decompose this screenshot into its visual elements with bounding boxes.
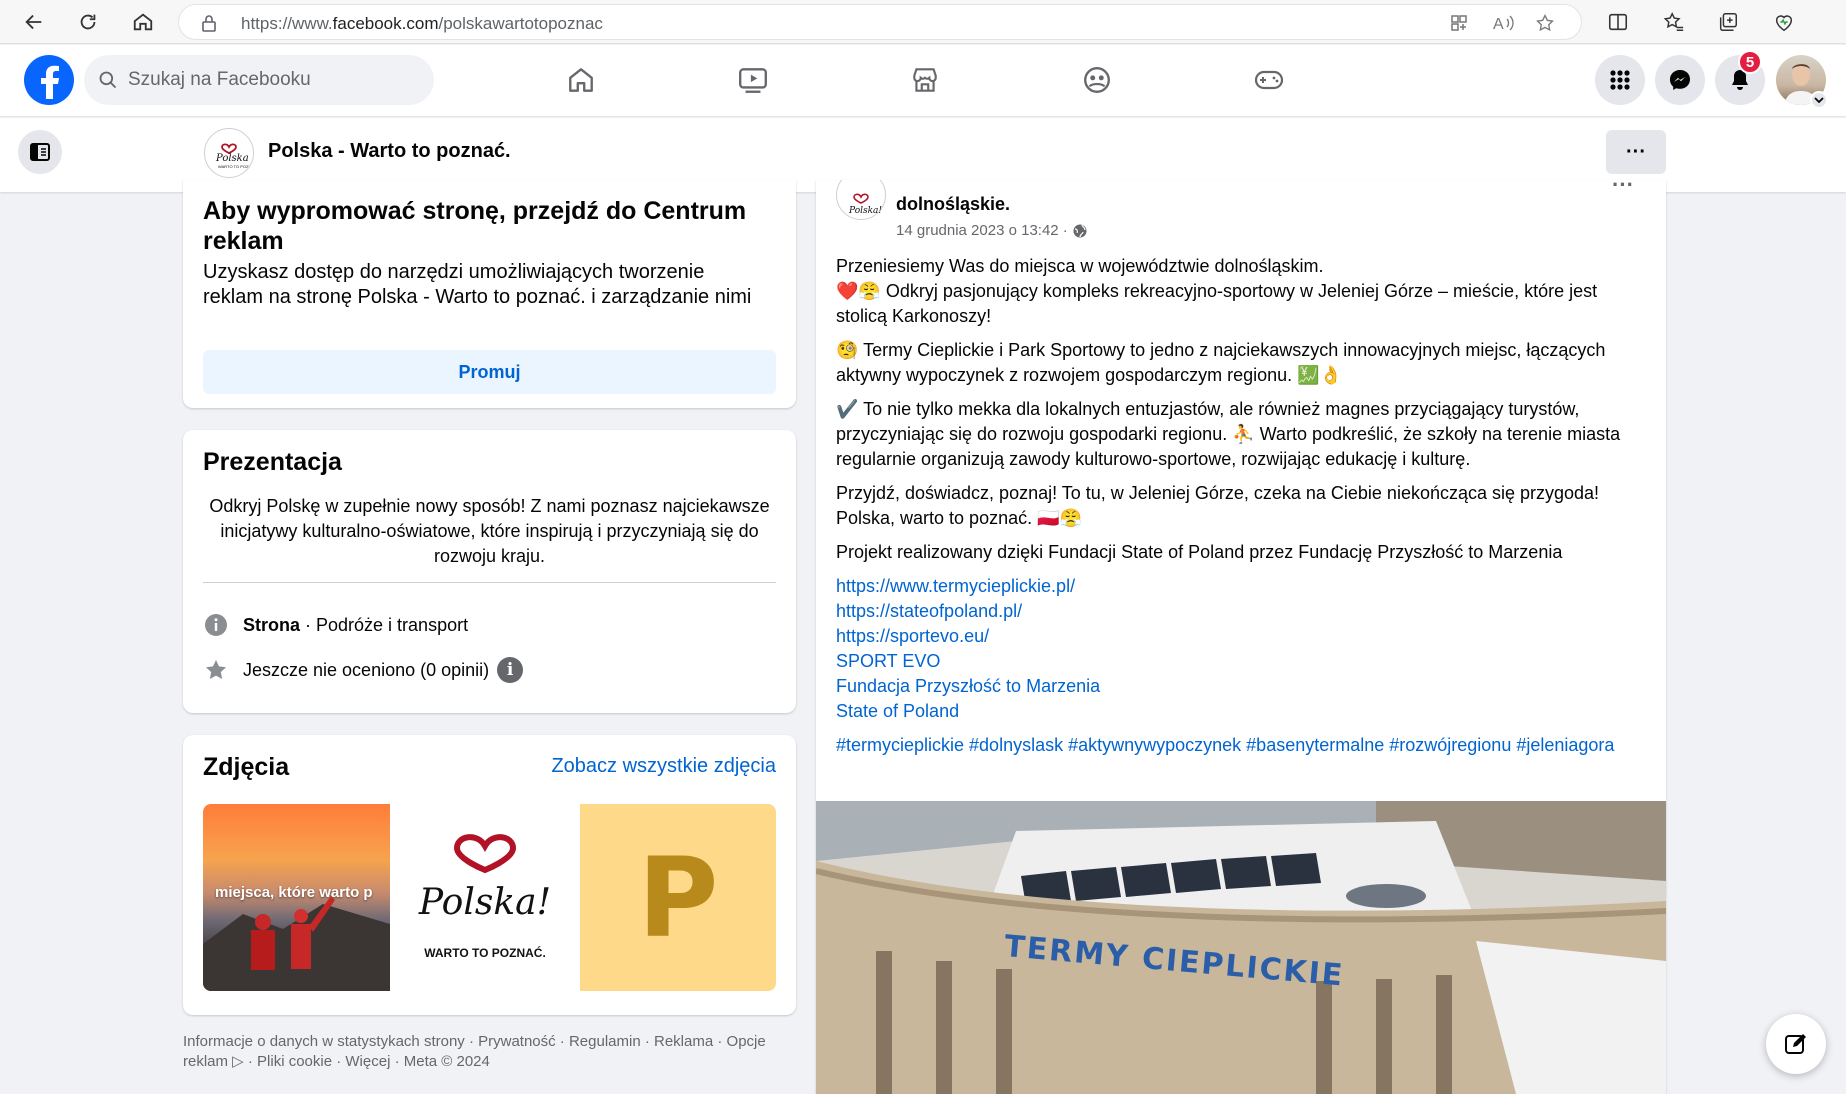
app-available-icon[interactable] (1445, 9, 1473, 37)
post-author-avatar[interactable]: Polska! (836, 180, 886, 220)
search-placeholder: Szukaj na Facebooku (128, 69, 311, 90)
post-link[interactable]: SPORT EVO (836, 649, 1646, 674)
post-options-icon[interactable]: ··· (1612, 180, 1634, 198)
photos-card: Zdjęcia Zobacz wszystkie zdjęcia miejsca… (183, 735, 796, 1015)
intro-title: Prezentacja (203, 448, 342, 476)
post-paragraph: Projekt realizowany dzięki Fundacji Stat… (836, 542, 1563, 562)
category-label: Strona (243, 614, 301, 635)
photo-thumbnail[interactable]: miejsca, które warto p (203, 804, 390, 991)
post-author[interactable]: dolnośląskie. (896, 194, 1010, 214)
post-paragraph: Przyjdź, doświadcz, poznaj! To tu, w Jel… (836, 483, 1600, 528)
info-circle-icon (203, 612, 229, 638)
globe-icon (1073, 224, 1087, 237)
gaming-tab-icon[interactable] (1251, 62, 1287, 98)
post-paragraph: ❤️😤 Odkryj pasjonujący kompleks rekreacy… (836, 281, 1598, 326)
facebook-top-bar: Szukaj na Facebooku 5 (0, 45, 1846, 117)
intro-text: Odkryj Polskę w zupełnie nowy sposób! Z … (209, 496, 770, 566)
compose-icon (1785, 1034, 1806, 1054)
post-timestamp[interactable]: 14 grudnia 2023 o 13:42 · (896, 222, 1088, 239)
facebook-logo-icon[interactable] (24, 55, 74, 105)
post-time: 14 grudnia 2023 o 13:42 · (896, 222, 1068, 239)
svg-text:WARTO TO POZNAĆ: WARTO TO POZNAĆ (218, 164, 249, 169)
read-aloud-icon[interactable]: A (1489, 9, 1517, 37)
polska-heart-logo-icon: Polska!WARTO TO POZNAĆ (215, 143, 249, 169)
home-tab-icon[interactable] (563, 62, 599, 98)
grid-icon (1610, 70, 1630, 90)
page-name[interactable]: Polska - Warto to poznać. (268, 140, 511, 163)
account-chevron-down-icon[interactable] (1810, 91, 1828, 109)
post-link[interactable]: https://stateofpoland.pl/ (836, 599, 1646, 624)
post-link[interactable]: Fundacja Przyszłość to Marzenia (836, 674, 1646, 699)
promote-button[interactable]: Promuj (203, 350, 776, 394)
post-paragraph: Przeniesiemy Was do miejsca w województw… (836, 256, 1324, 276)
promote-text: Uzyskasz dostęp do narzędzi umożliwiając… (203, 261, 752, 308)
post-body: Przeniesiemy Was do miejsca w województw… (836, 254, 1646, 767)
search-icon (98, 70, 118, 95)
split-screen-icon[interactable] (1604, 8, 1632, 36)
logo-tagline: WARTO TO POZNAĆ. (424, 946, 546, 960)
page-category-row: Strona · Podróże i transport (203, 612, 468, 638)
notification-badge: 5 (1738, 50, 1762, 74)
favorites-icon[interactable] (1660, 8, 1688, 36)
post-link[interactable]: State of Poland (836, 699, 1646, 724)
footer-links[interactable]: Informacje o danych w statystykach stron… (183, 1032, 803, 1072)
page-logo-avatar[interactable]: Polska!WARTO TO POZNAĆ (204, 128, 254, 178)
photo-thumbnail[interactable]: Polska! WARTO TO POZNAĆ. (392, 804, 578, 991)
svg-text:Polska!: Polska! (215, 153, 249, 164)
browser-essentials-icon[interactable] (1770, 8, 1798, 36)
post-link[interactable]: https://sportevo.eu/ (836, 624, 1646, 649)
collections-icon[interactable] (1714, 8, 1742, 36)
star-icon (203, 657, 229, 683)
messenger-button[interactable] (1655, 55, 1705, 105)
svg-text:Polska!: Polska! (848, 206, 882, 216)
messenger-icon (1670, 70, 1690, 90)
promote-card: Aby wypromować stronę, przejdź do Centru… (183, 180, 796, 408)
browser-toolbar: https://www.facebook.com/polskawartotopo… (0, 0, 1846, 44)
menu-grid-button[interactable] (1595, 55, 1645, 105)
url-text: https://www.facebook.com/polskawartotopo… (241, 14, 603, 33)
post-paragraph: ✔️ To nie tylko mekka dla lokalnych entu… (836, 399, 1621, 469)
rating-text: Jeszcze nie oceniono (0 opinii) (243, 659, 490, 680)
post-author-line: dolnośląskie. (896, 194, 1010, 215)
back-arrow-icon[interactable] (20, 8, 48, 36)
reload-icon[interactable] (74, 8, 102, 36)
lock-icon (201, 14, 217, 37)
photo-thumbnail[interactable]: P (580, 804, 776, 991)
divider (203, 582, 776, 583)
post-image[interactable]: TERMY CIEPLICKIE (816, 801, 1666, 1094)
new-message-button[interactable] (1766, 1014, 1826, 1074)
intro-card: Prezentacja Odkryj Polskę w zupełnie now… (183, 430, 796, 713)
polska-heart-logo-icon: Polska! (848, 193, 882, 216)
post-paragraph: 🧐 Termy Cieplickie i Park Sportowy to je… (836, 340, 1606, 385)
category-value: · Podróże i transport (300, 614, 469, 635)
photos-title: Zdjęcia (203, 753, 290, 781)
svg-text:A: A (1493, 16, 1504, 33)
logo-word: Polska! (418, 882, 552, 923)
video-tab-icon[interactable] (735, 62, 771, 98)
more-options-button[interactable]: ··· (1606, 130, 1666, 174)
panel-icon (30, 143, 50, 161)
post-link[interactable]: https://www.termycieplickie.pl/ (836, 574, 1646, 599)
promote-title: Aby wypromować stronę, przejdź do Centru… (203, 197, 747, 255)
mountain-people-illustration (203, 896, 390, 991)
letter-p-logo: P (637, 833, 719, 962)
thermal-building-photo (816, 801, 1666, 1094)
post-hashtags[interactable]: #termycieplickie #dolnyslask #aktywnywyp… (836, 733, 1646, 758)
sidebar-toggle-button[interactable] (18, 130, 62, 174)
search-input[interactable]: Szukaj na Facebooku (84, 55, 434, 105)
favorite-star-icon[interactable] (1531, 9, 1559, 37)
post-card: Polska! dolnośląskie. 14 grudnia 2023 o … (816, 180, 1666, 1094)
marketplace-tab-icon[interactable] (907, 62, 943, 98)
rating-info-icon[interactable]: i (497, 657, 524, 683)
home-icon[interactable] (129, 8, 157, 36)
see-all-photos-link[interactable]: Zobacz wszystkie zdjęcia (551, 755, 776, 778)
address-bar[interactable]: https://www.facebook.com/polskawartotopo… (178, 4, 1582, 40)
rating-row: Jeszcze nie oceniono (0 opinii) i (203, 657, 524, 683)
groups-tab-icon[interactable] (1079, 62, 1115, 98)
